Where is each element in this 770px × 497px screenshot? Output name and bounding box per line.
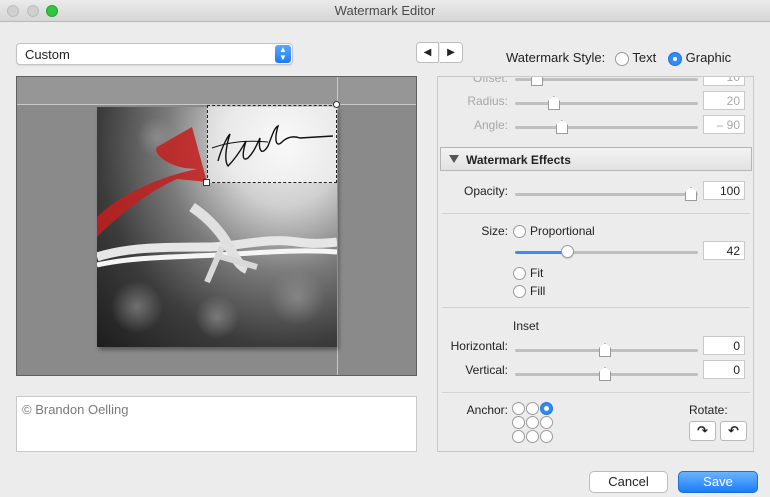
radius-label: Radius:	[467, 94, 508, 108]
preset-value: Custom	[25, 47, 70, 62]
size-slider-thumb[interactable]	[561, 245, 574, 258]
separator	[442, 213, 750, 214]
style-graphic-label: Graphic	[685, 50, 732, 65]
window-title: Watermark Editor	[334, 3, 436, 18]
size-proportional-label: Proportional	[530, 224, 595, 238]
title-bar: Watermark Editor	[0, 0, 770, 22]
anchor-bottom-center[interactable]	[526, 430, 539, 443]
size-label: Size:	[481, 224, 508, 238]
watermark-preview[interactable]	[16, 76, 417, 376]
size-fill-label: Fill	[530, 284, 546, 298]
watermark-graphic-box[interactable]	[207, 105, 337, 183]
anchor-bottom-right[interactable]	[540, 430, 553, 443]
offset-label: Offset:	[472, 76, 508, 85]
rotate-counterclockwise-icon: ↶	[728, 423, 739, 438]
watermark-effects-title: Watermark Effects	[466, 153, 571, 167]
resize-handle-bottom-left[interactable]	[203, 179, 210, 186]
rotate-counterclockwise-button[interactable]: ↶	[720, 421, 747, 441]
anchor-top-left[interactable]	[512, 402, 525, 415]
anchor-middle-right[interactable]	[540, 416, 553, 429]
offset-field[interactable]: 10	[703, 77, 745, 86]
cancel-button[interactable]: Cancel	[589, 471, 668, 493]
horizontal-field[interactable]: 0	[703, 336, 745, 355]
rotate-clockwise-icon: ↷	[697, 423, 708, 438]
size-field[interactable]: 42	[703, 241, 745, 260]
anchor-bottom-left[interactable]	[512, 430, 525, 443]
style-option-graphic[interactable]: Graphic	[668, 50, 731, 66]
preview-guide-line	[337, 77, 338, 375]
horizontal-slider-thumb[interactable]	[599, 343, 611, 357]
disclosure-triangle-icon	[449, 155, 459, 163]
size-fit-radio[interactable]	[513, 267, 526, 281]
resize-handle-top-right[interactable]	[333, 101, 340, 108]
horizontal-label: Horizontal:	[450, 339, 508, 353]
size-slider[interactable]	[515, 251, 698, 254]
size-option-fill[interactable]: Fill	[513, 284, 546, 299]
size-fit-label: Fit	[530, 266, 544, 280]
watermark-style-label: Watermark Style:	[506, 50, 606, 65]
rotate-label: Rotate:	[689, 403, 728, 417]
rotate-clockwise-button[interactable]: ↷	[689, 421, 716, 441]
style-option-text[interactable]: Text	[615, 50, 656, 66]
vertical-label: Vertical:	[465, 363, 508, 377]
angle-field[interactable]: – 90	[703, 115, 745, 134]
angle-slider[interactable]	[515, 126, 698, 129]
previous-image-button[interactable]: ◀	[416, 42, 439, 63]
arrow-left-icon: ◀	[423, 47, 432, 58]
watermark-effects-header[interactable]: Watermark Effects	[440, 147, 752, 171]
arrow-right-icon: ▶	[447, 47, 455, 58]
opacity-field[interactable]: 100	[703, 181, 745, 200]
opacity-label: Opacity:	[463, 184, 508, 198]
chevron-updown-icon: ▲ ▼	[275, 45, 291, 63]
copyright-text: © Brandon Oelling	[22, 402, 129, 417]
opacity-slider[interactable]	[515, 193, 698, 196]
radius-slider-thumb[interactable]	[548, 96, 560, 110]
separator	[442, 392, 750, 393]
size-option-proportional[interactable]: Proportional	[513, 224, 595, 239]
angle-slider-thumb[interactable]	[556, 120, 568, 134]
anchor-grid[interactable]	[512, 402, 554, 444]
style-text-label: Text	[632, 50, 657, 65]
anchor-center[interactable]	[526, 416, 539, 429]
inset-title: Inset	[513, 319, 540, 333]
offset-slider-thumb[interactable]	[531, 77, 543, 86]
anchor-top-center[interactable]	[526, 402, 539, 415]
size-option-fit[interactable]: Fit	[513, 266, 544, 281]
save-button[interactable]: Save	[678, 471, 758, 493]
anchor-top-right[interactable]	[540, 402, 553, 415]
radius-slider[interactable]	[515, 102, 698, 105]
anchor-label: Anchor:	[466, 403, 508, 417]
separator	[442, 307, 750, 308]
signature-graphic	[211, 124, 334, 168]
preview-top-band	[17, 77, 416, 105]
preset-select[interactable]: Custom ▲ ▼	[16, 43, 293, 65]
opacity-slider-thumb[interactable]	[685, 187, 697, 201]
angle-label: Angle:	[473, 118, 508, 132]
anchor-middle-left[interactable]	[512, 416, 525, 429]
next-image-button[interactable]: ▶	[440, 42, 463, 63]
size-proportional-radio[interactable]	[513, 225, 526, 239]
style-text-radio[interactable]	[615, 51, 629, 66]
copyright-text-box[interactable]: © Brandon Oelling	[16, 396, 417, 452]
radius-field[interactable]: 20	[703, 91, 745, 110]
watermark-editor-window: Watermark Editor Custom ▲ ▼ ◀ ▶ Watermark…	[0, 0, 770, 497]
vertical-field[interactable]: 0	[703, 360, 745, 379]
vertical-slider-thumb[interactable]	[599, 367, 611, 381]
style-graphic-radio[interactable]	[668, 51, 682, 66]
size-fill-radio[interactable]	[513, 285, 526, 299]
settings-panel[interactable]: Offset: 10 Radius: 20 Angle: – 90 Waterm…	[437, 76, 754, 452]
